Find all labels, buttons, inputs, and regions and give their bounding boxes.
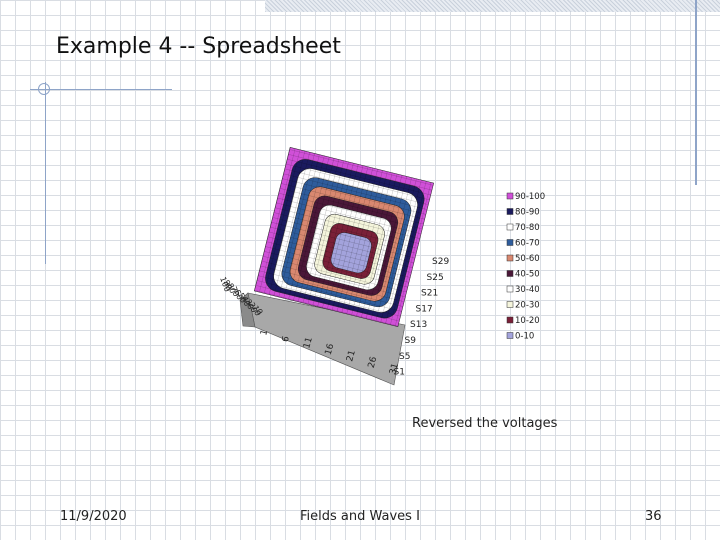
- legend-swatch: [506, 285, 514, 293]
- title-underline: [30, 89, 172, 90]
- legend-label: 60-70: [515, 239, 540, 249]
- surface-chart-svg: 90-100 80-90 70-80 60-70 50-60 40-50 30-40 20-3…: [218, 146, 545, 386]
- series-tick-label: S21: [421, 289, 438, 299]
- legend-label: 50-60: [515, 254, 540, 264]
- slide-title: Example 4 -- Spreadsheet: [56, 34, 341, 59]
- slide-number: 36: [645, 509, 662, 524]
- series-tick-label: S5: [399, 352, 410, 362]
- legend-label: 70-80: [515, 223, 540, 233]
- legend-swatch: [506, 254, 514, 262]
- legend-label: 20-30: [515, 301, 540, 311]
- legend-swatch: [506, 208, 514, 215]
- legend-label: 80-90: [515, 208, 540, 218]
- legend-label: 0-10: [515, 332, 534, 342]
- rule-ring-ornament: [38, 83, 50, 95]
- chart-caption: Reversed the voltages: [412, 416, 558, 431]
- left-accent-rule: [45, 82, 46, 264]
- series-tick-label: S25: [427, 273, 444, 283]
- right-accent-rule: [695, 0, 697, 185]
- legend-swatch: [506, 332, 514, 339]
- series-tick-label: S9: [405, 336, 417, 346]
- surface-chart: 90-100 80-90 70-80 60-70 50-60 40-50 30-40 20-3…: [210, 140, 560, 400]
- legend-swatch: [506, 270, 514, 277]
- chart-legend: 90-100 80-90 70-80 60-70 50-60 40-50 30-40 20-3…: [506, 192, 545, 342]
- legend-label: 10-20: [515, 316, 540, 326]
- legend-label: 90-100: [515, 192, 545, 202]
- legend-label: 30-40: [515, 285, 540, 295]
- legend-label: 40-50: [515, 270, 540, 280]
- legend-swatch: [506, 192, 514, 200]
- series-tick-label: S29: [432, 257, 449, 267]
- legend-swatch: [506, 316, 514, 324]
- series-tick-label: S13: [410, 320, 427, 330]
- legend-swatch: [506, 223, 514, 231]
- legend-swatch: [506, 239, 514, 246]
- legend-swatch: [506, 301, 514, 308]
- footer-date: 11/9/2020: [60, 509, 127, 524]
- series-tick-label: S17: [416, 304, 433, 314]
- header-band: [265, 0, 720, 12]
- footer-course-title: Fields and Waves I: [300, 509, 420, 524]
